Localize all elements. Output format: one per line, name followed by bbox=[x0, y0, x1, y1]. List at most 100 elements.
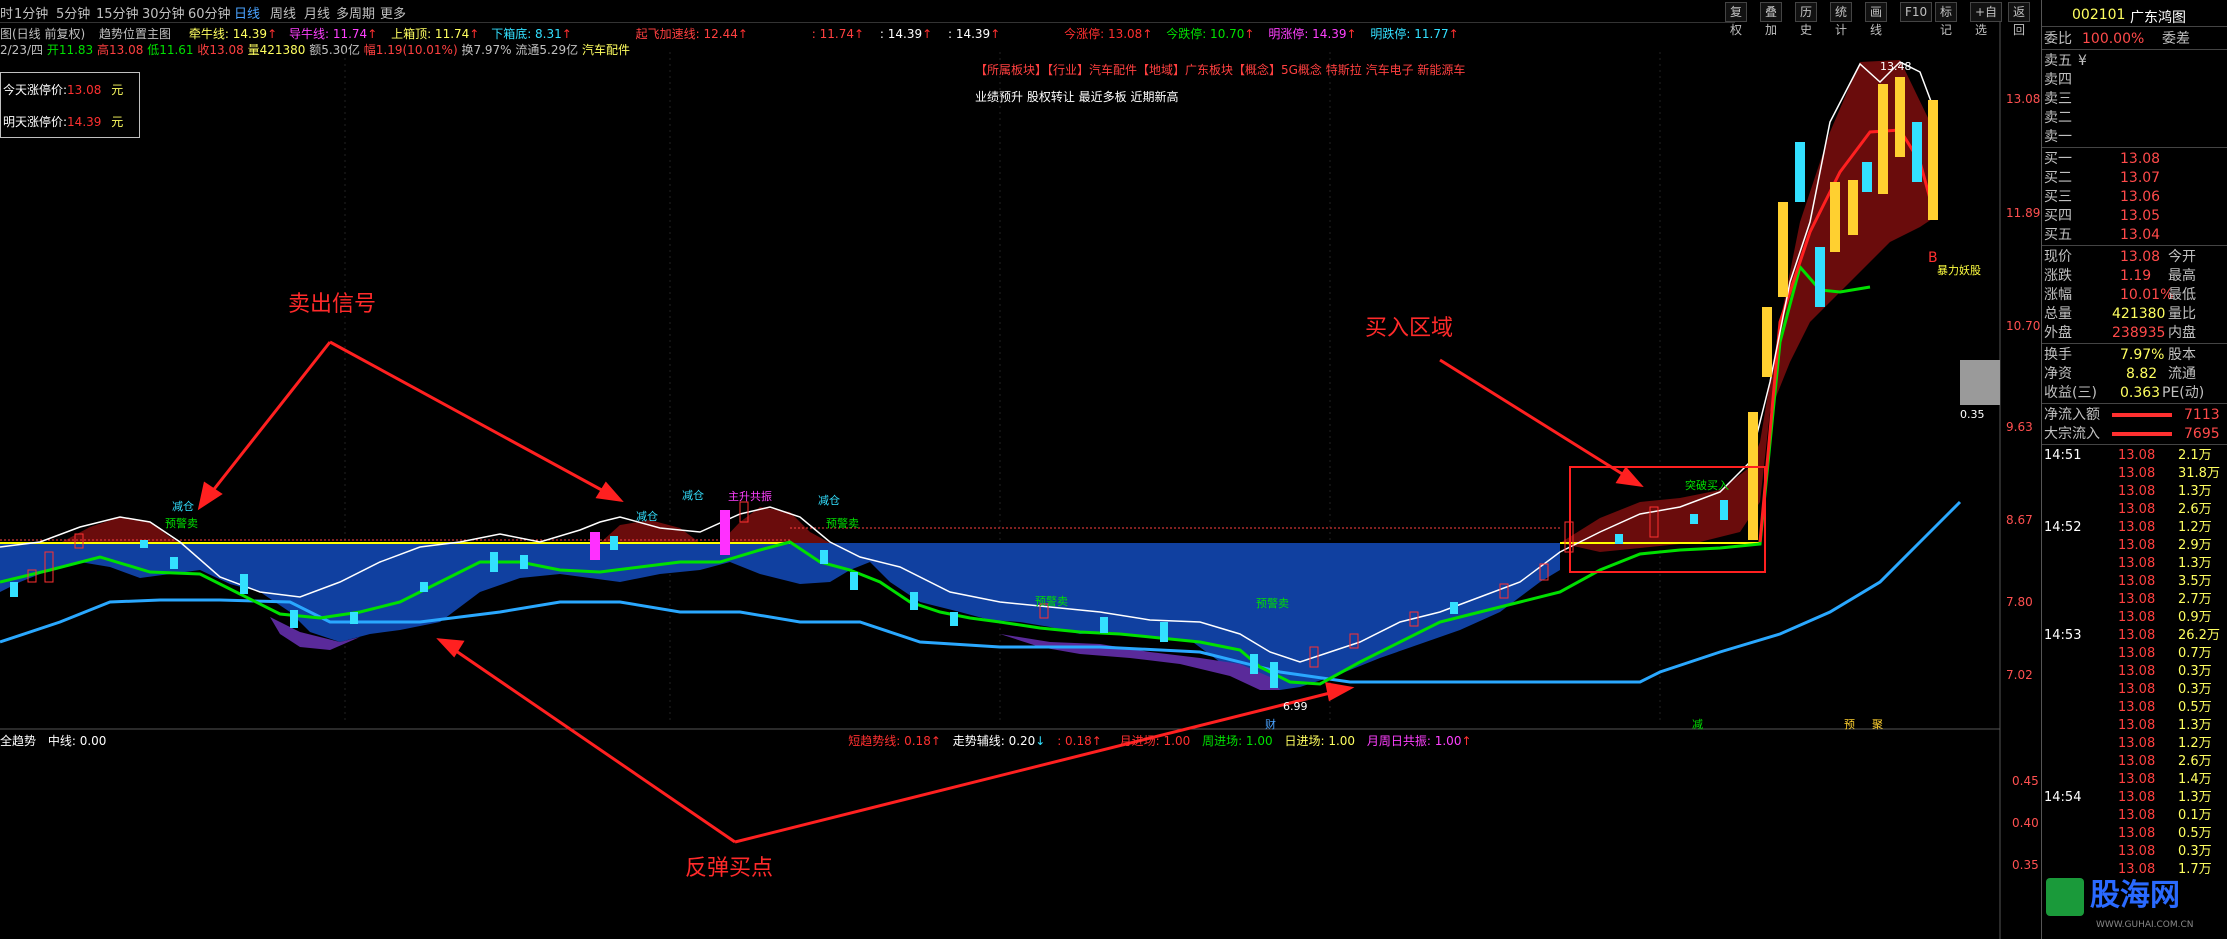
stat-label: 换手 bbox=[2044, 347, 2072, 363]
candle-magenta bbox=[590, 532, 600, 560]
candle-down bbox=[490, 552, 498, 572]
stat-label: 净资 bbox=[2044, 366, 2072, 382]
ask-row: 卖一 bbox=[2042, 128, 2227, 146]
tick-row: 13.08 0.1万 bbox=[2042, 807, 2227, 825]
stats-button[interactable]: 统计 bbox=[1830, 2, 1853, 37]
resonance: 月周日共振: 1.00 bbox=[1366, 734, 1462, 748]
week-in: 周进场: 1.00 bbox=[1202, 734, 1273, 748]
period-tab-monthly[interactable]: 月线 bbox=[304, 3, 330, 22]
fuquan-button[interactable]: 复权 bbox=[1725, 2, 1748, 37]
tick-price: 13.08 bbox=[2118, 610, 2156, 625]
tick-price: 13.08 bbox=[2118, 682, 2156, 697]
draw-button[interactable]: 画线 bbox=[1865, 2, 1888, 37]
candle-down bbox=[1270, 662, 1278, 688]
candle-down bbox=[420, 582, 428, 592]
bid-label: 买四 bbox=[2044, 208, 2072, 224]
sub-mid-line: 中线: 0.00 bbox=[47, 734, 107, 748]
period-tab-60min[interactable]: 60分钟 bbox=[188, 3, 231, 22]
period-tab-30min[interactable]: 30分钟 bbox=[142, 3, 185, 22]
tick-volume: 1.3万 bbox=[2178, 484, 2212, 499]
candle-down bbox=[520, 555, 528, 569]
period-tab-1min[interactable]: 1分钟 bbox=[14, 3, 48, 22]
stat-label: 涨跌 bbox=[2044, 268, 2072, 284]
peak-label: 13.48 bbox=[1880, 60, 1912, 73]
flow-row: 大宗流入 7695 bbox=[2042, 425, 2227, 443]
tick-price: 13.08 bbox=[2118, 520, 2156, 535]
stat-label: 流通 bbox=[2168, 366, 2196, 382]
tick-row: 13.08 0.7万 bbox=[2042, 645, 2227, 663]
f10-button[interactable]: F10 bbox=[1900, 2, 1933, 22]
tick-price: 13.08 bbox=[2118, 502, 2156, 517]
flow-label: 大宗流入 bbox=[2044, 426, 2100, 442]
period-tab[interactable]: 时 bbox=[0, 3, 13, 22]
watermark-url: WWW.GUHAI.COM.CN bbox=[2096, 920, 2194, 930]
stat-label: PE(动) bbox=[2162, 385, 2205, 401]
history-button[interactable]: 历史 bbox=[1795, 2, 1818, 37]
period-tab-5min[interactable]: 5分钟 bbox=[56, 3, 90, 22]
add-watchlist-button[interactable]: +自选 bbox=[1970, 2, 2003, 37]
cai-marker: 财 bbox=[1265, 718, 1276, 731]
period-tab-multi[interactable]: 多周期 bbox=[336, 3, 375, 22]
period-tab-weekly[interactable]: 周线 bbox=[270, 3, 296, 22]
tick-volume: 1.3万 bbox=[2178, 718, 2212, 733]
ju-marker: 聚 bbox=[1872, 718, 1883, 731]
tick-row: 13.08 2.7万 bbox=[2042, 591, 2227, 609]
warn-sell-label-4: 预警卖 bbox=[1256, 597, 1289, 610]
period-tab-more[interactable]: 更多 bbox=[380, 3, 406, 22]
tick-volume: 26.2万 bbox=[2178, 628, 2220, 643]
candle-down bbox=[1450, 602, 1458, 614]
candle-down bbox=[950, 612, 958, 626]
back-button[interactable]: 返回 bbox=[2008, 2, 2031, 37]
candle-gold bbox=[1878, 84, 1888, 194]
price-tick: 8.67 bbox=[2006, 513, 2033, 527]
tick-row: 13.08 1.3万 bbox=[2042, 717, 2227, 735]
period-tab-daily[interactable]: 日线 bbox=[234, 3, 260, 22]
tick-price: 13.08 bbox=[2118, 844, 2156, 859]
bid-price: 13.05 bbox=[2120, 208, 2161, 224]
tick-volume: 0.3万 bbox=[2178, 682, 2212, 697]
candle-down bbox=[1720, 500, 1728, 520]
tick-price: 13.08 bbox=[2118, 592, 2156, 607]
warn-sell-label-1: 预警卖 bbox=[165, 517, 198, 530]
watermark: 股海网 WWW.GUHAI.COM.CN bbox=[2042, 864, 2227, 939]
stock-name: 广东鸿图 bbox=[2130, 10, 2186, 26]
mark-button[interactable]: 标记 bbox=[1935, 2, 1958, 37]
candle-gold bbox=[1895, 77, 1905, 157]
watermark-logo bbox=[2046, 878, 2084, 916]
reduce-label-3: 减仓 bbox=[682, 489, 704, 502]
tick-price: 13.08 bbox=[2118, 646, 2156, 661]
watermark-brand: 股海网 bbox=[2090, 878, 2180, 913]
candle-down bbox=[910, 592, 918, 610]
price-tick: 7.02 bbox=[2006, 668, 2033, 682]
candle-gold bbox=[1928, 100, 1938, 220]
candle-down bbox=[240, 574, 248, 594]
tick-row: 13.08 31.8万 bbox=[2042, 465, 2227, 483]
bid-price: 13.06 bbox=[2120, 189, 2161, 205]
sub-tick: 0.45 bbox=[2012, 774, 2039, 788]
period-tab-15min[interactable]: 15分钟 bbox=[96, 3, 139, 22]
blue-box-fill bbox=[0, 543, 1560, 690]
stat-value: 238935 bbox=[2112, 325, 2166, 341]
stat-row: 总量 421380 量比 bbox=[2042, 305, 2227, 323]
sub-walk-line: 走势辅线: 0.20 bbox=[952, 734, 1036, 748]
tick-volume: 2.9万 bbox=[2178, 538, 2212, 553]
price-tick: 9.63 bbox=[2006, 420, 2033, 434]
overlay-button[interactable]: 叠加 bbox=[1760, 2, 1783, 37]
sub-short-trend: 短趋势线: 0.18 bbox=[848, 734, 931, 748]
flow-value: 7695 bbox=[2184, 426, 2220, 442]
bid-row: 买四 13.05 bbox=[2042, 207, 2227, 225]
bid-label: 买一 bbox=[2044, 151, 2072, 167]
stat-label: 收益(三) bbox=[2044, 385, 2097, 401]
tick-price: 13.08 bbox=[2118, 484, 2156, 499]
tick-row: 13.08 2.6万 bbox=[2042, 753, 2227, 771]
tick-row: 13.08 1.3万 bbox=[2042, 483, 2227, 501]
stat-value: 8.82 bbox=[2126, 366, 2158, 382]
gray-value-label: 0.35 bbox=[1960, 408, 1985, 421]
bid-label: 买二 bbox=[2044, 170, 2072, 186]
tick-volume: 0.9万 bbox=[2178, 610, 2212, 625]
flow-value: 7113 bbox=[2184, 407, 2220, 423]
price-tick: 10.70 bbox=[2006, 319, 2041, 333]
sub-indicator-name[interactable]: 全趋势 bbox=[0, 734, 36, 748]
tick-volume: 31.8万 bbox=[2178, 466, 2220, 481]
kline-chart[interactable] bbox=[0, 22, 2041, 939]
